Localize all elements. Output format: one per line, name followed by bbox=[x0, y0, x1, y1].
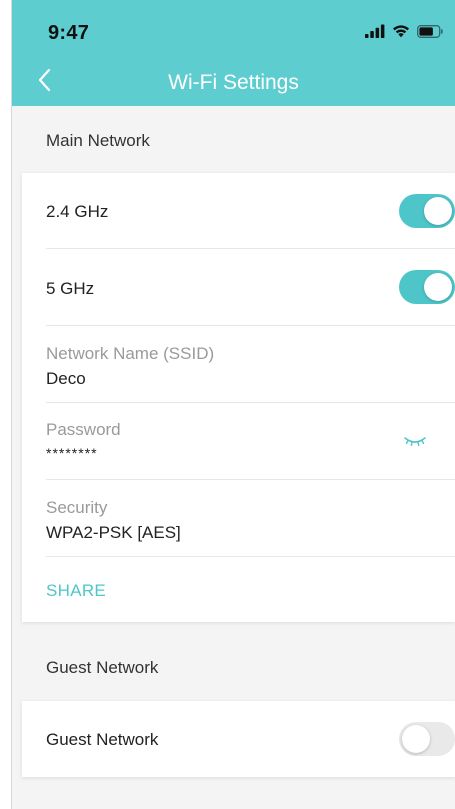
password-label: Password bbox=[46, 420, 121, 439]
ssid-label: Network Name (SSID) bbox=[46, 344, 215, 363]
page-title: Wi-Fi Settings bbox=[168, 71, 299, 94]
guest-network-section-label: Guest Network bbox=[46, 658, 159, 677]
status-icons bbox=[365, 24, 443, 43]
password-row[interactable]: Password ******** bbox=[46, 403, 455, 479]
ssid-value: Deco bbox=[46, 369, 86, 388]
ssid-row[interactable]: Network Name (SSID) Deco bbox=[46, 326, 455, 402]
app-header: 9:47 Wi-Fi Settings bbox=[12, 0, 455, 106]
share-button[interactable]: SHARE bbox=[46, 581, 106, 601]
band-24-label: 2.4 GHz bbox=[46, 202, 109, 221]
status-bar: 9:47 bbox=[12, 0, 455, 58]
battery-icon bbox=[417, 24, 443, 43]
band-5-toggle[interactable] bbox=[399, 270, 455, 304]
password-value: ******** bbox=[46, 445, 98, 461]
main-network-card: 2.4 GHz 5 GHz Network Name (SSID) Deco P… bbox=[22, 173, 455, 622]
signal-bars-icon bbox=[365, 24, 385, 43]
toggle-knob bbox=[424, 273, 452, 301]
toggle-knob bbox=[424, 197, 452, 225]
security-row[interactable]: Security WPA2-PSK [AES] bbox=[46, 480, 455, 556]
security-value: WPA2-PSK [AES] bbox=[46, 523, 181, 542]
navigation-bar: Wi-Fi Settings bbox=[12, 58, 455, 106]
band-5-label: 5 GHz bbox=[46, 279, 95, 298]
security-label: Security bbox=[46, 498, 108, 517]
eye-closed-icon bbox=[403, 435, 427, 454]
guest-network-label: Guest Network bbox=[46, 730, 159, 749]
toggle-knob bbox=[402, 725, 430, 753]
app-screen: 9:47 Wi-Fi Settings Main Network 2.4 GHz… bbox=[12, 0, 455, 809]
row-divider bbox=[46, 556, 455, 557]
band-5-row: 5 GHz bbox=[46, 249, 455, 324]
guest-network-toggle[interactable] bbox=[399, 722, 455, 756]
band-24-toggle[interactable] bbox=[399, 194, 455, 228]
status-time: 9:47 bbox=[48, 22, 90, 44]
password-visibility-button[interactable] bbox=[401, 433, 429, 455]
main-network-section-label: Main Network bbox=[46, 131, 150, 150]
band-24-row: 2.4 GHz bbox=[46, 173, 455, 248]
guest-network-row: Guest Network bbox=[46, 701, 455, 777]
guest-network-card: Guest Network bbox=[22, 701, 455, 777]
wifi-icon bbox=[392, 24, 410, 43]
